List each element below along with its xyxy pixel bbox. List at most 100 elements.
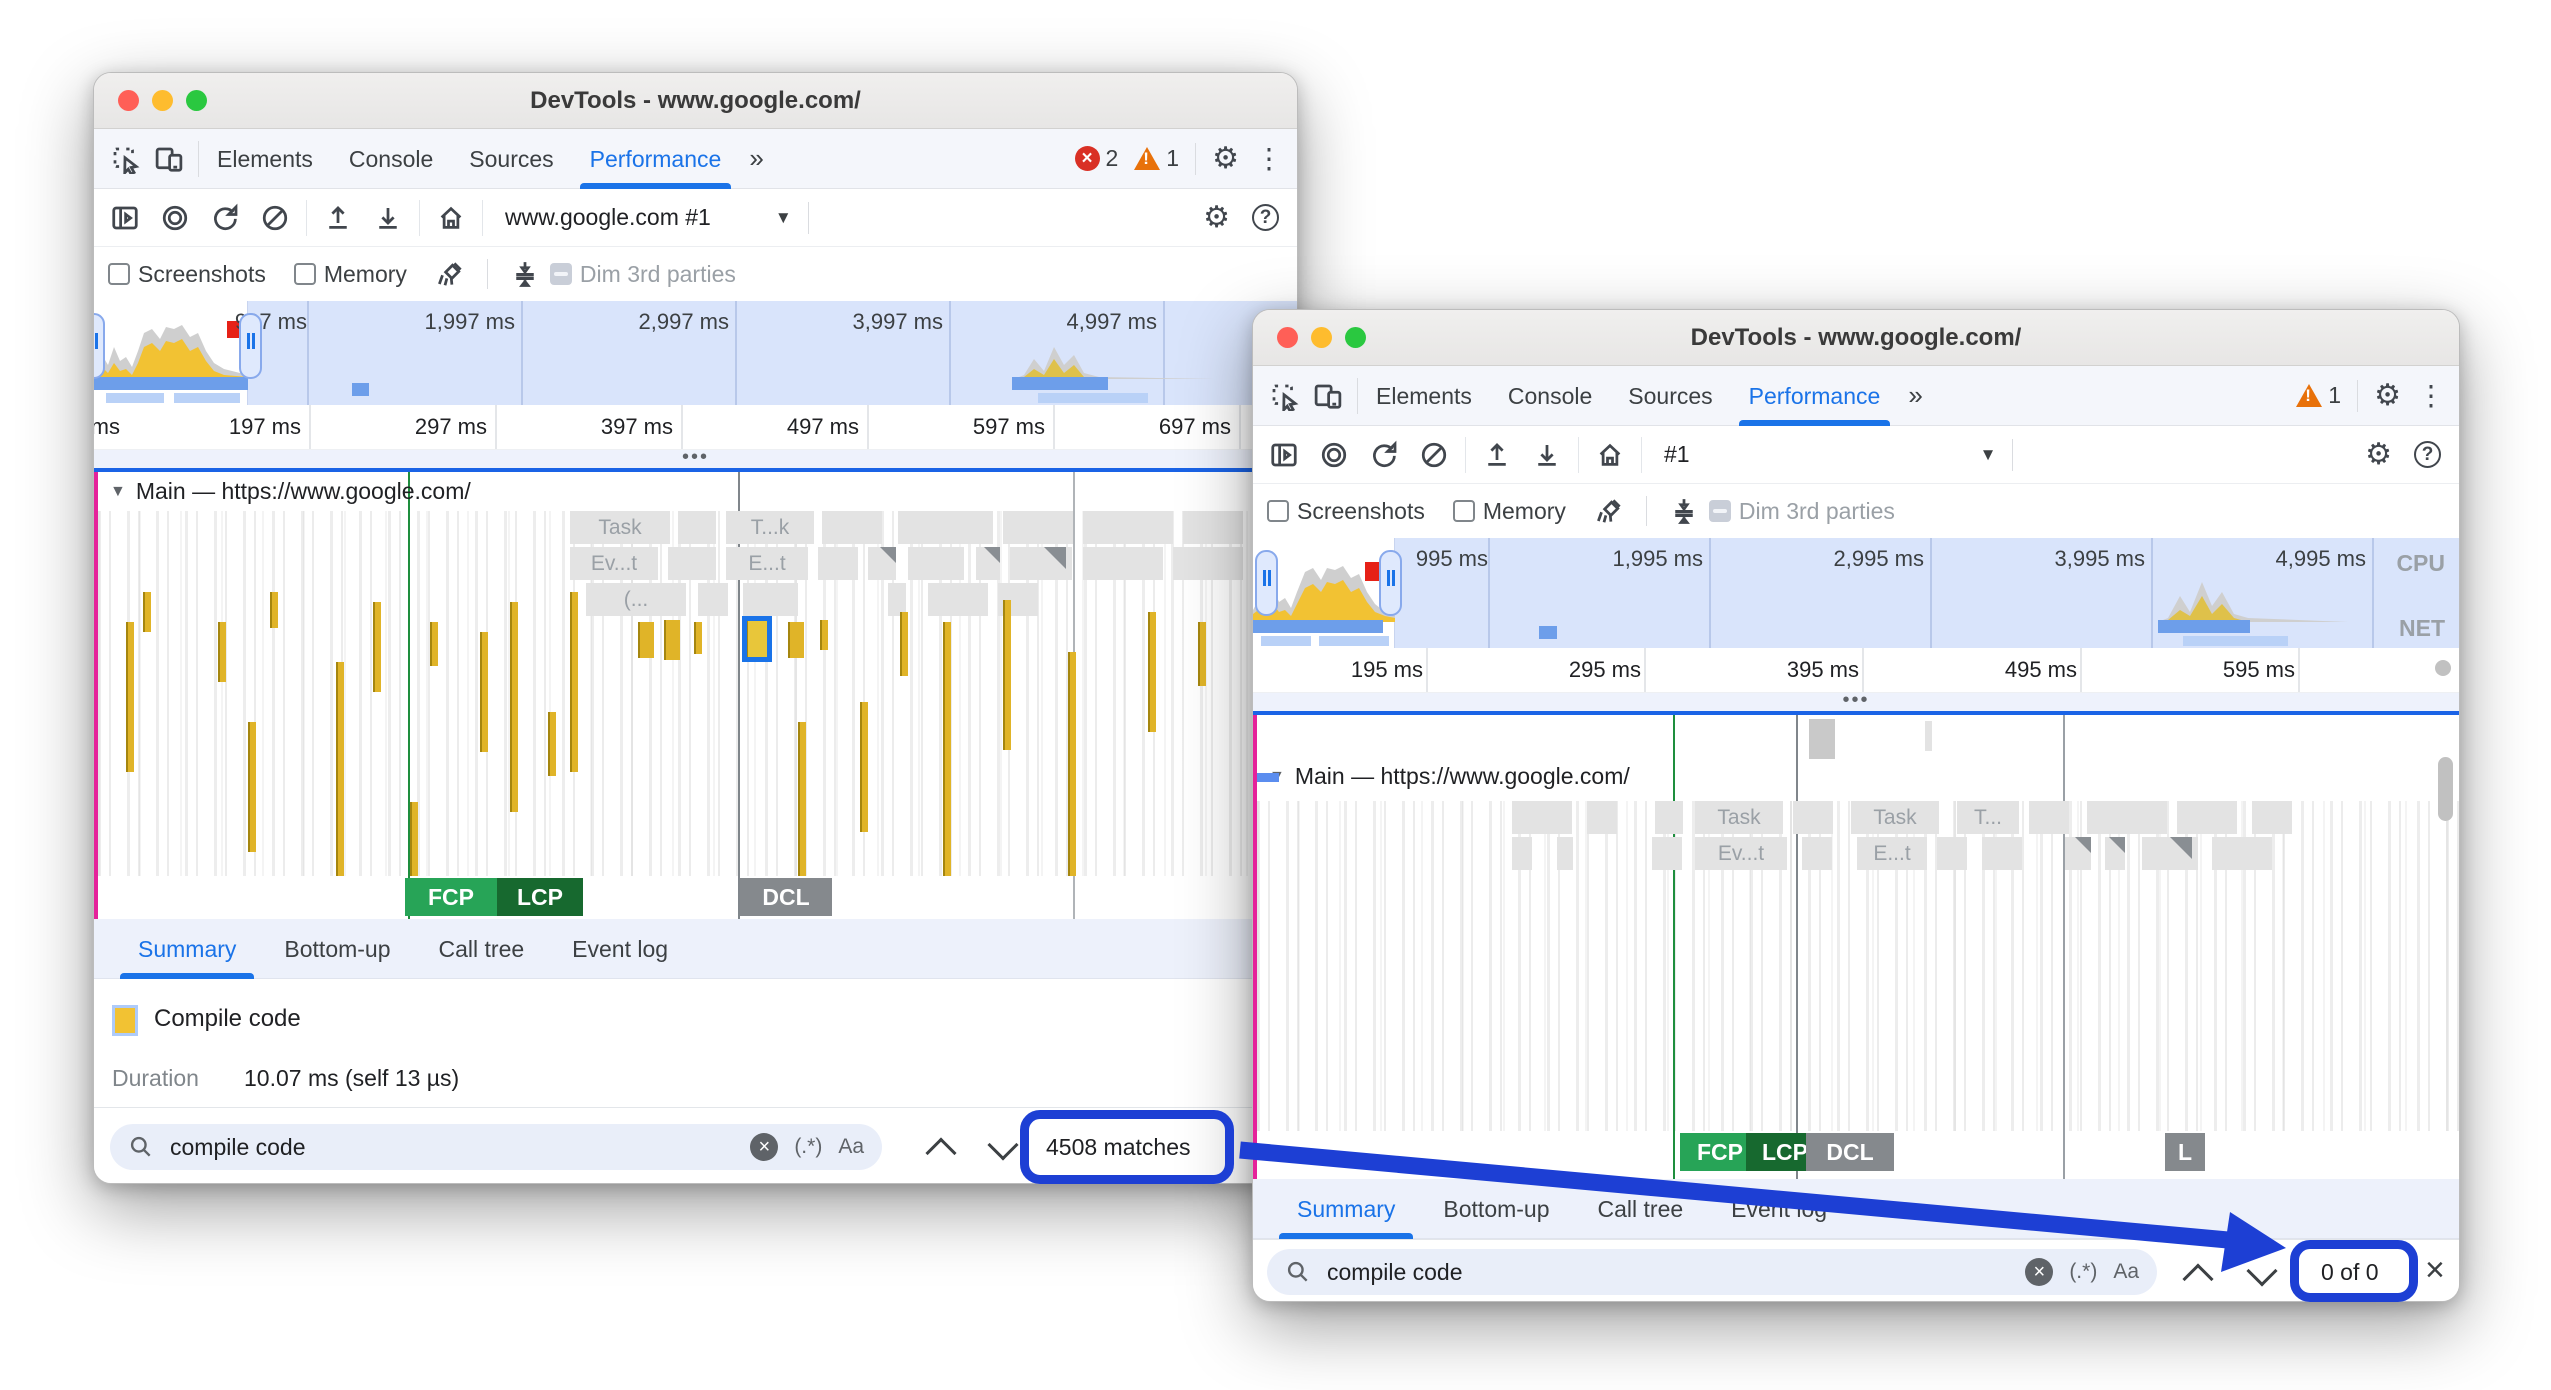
window-titlebar[interactable]: DevTools - www.google.com/ xyxy=(1253,310,2459,366)
garbage-collect-icon[interactable] xyxy=(1594,496,1624,526)
device-toolbar-icon[interactable] xyxy=(154,144,184,174)
timeline-overview[interactable]: 995 ms1,995 ms2,995 ms3,995 ms4,995 ms C… xyxy=(1253,538,2459,648)
ruler-tick: 297 ms xyxy=(387,414,487,440)
tab-event-log[interactable]: Event log xyxy=(1707,1179,1851,1239)
overview-tick: 1,995 ms xyxy=(1598,546,1703,572)
reload-and-record-icon[interactable] xyxy=(1369,440,1399,470)
flame-block xyxy=(818,547,858,580)
previous-match-button[interactable] xyxy=(925,1137,956,1168)
previous-match-button[interactable] xyxy=(2182,1263,2213,1294)
history-select[interactable]: www.google.com #1 ▼ xyxy=(483,200,808,236)
flame-chart[interactable]: ▼ Main — https://www.google.com/ TaskT..… xyxy=(94,472,1297,919)
reload-and-record-icon[interactable] xyxy=(210,203,240,233)
toggle-sidebar-icon[interactable] xyxy=(1269,440,1299,470)
memory-checkbox[interactable]: Memory xyxy=(1453,498,1566,525)
selection-handle-right[interactable] xyxy=(1379,550,1402,616)
match-case-toggle[interactable]: Aa xyxy=(838,1135,864,1159)
window-titlebar[interactable]: DevTools - www.google.com/ xyxy=(94,73,1297,129)
download-profile-icon[interactable] xyxy=(373,203,403,233)
inspect-element-icon[interactable] xyxy=(110,144,140,174)
selection-handle-left[interactable] xyxy=(1255,550,1278,616)
tab-performance[interactable]: Performance xyxy=(572,129,740,189)
tab-summary[interactable]: Summary xyxy=(114,919,260,979)
kebab-menu-icon[interactable]: ⋮ xyxy=(1255,142,1283,175)
desktop: DevTools - www.google.com/ Elements Cons… xyxy=(0,0,2551,1390)
tab-event-log[interactable]: Event log xyxy=(548,919,692,979)
home-icon[interactable] xyxy=(1595,440,1625,470)
tab-sources[interactable]: Sources xyxy=(1610,366,1730,426)
dim-third-parties-checkbox[interactable]: Dim 3rd parties xyxy=(1709,498,1895,525)
selection-handle-right[interactable] xyxy=(239,313,262,379)
history-select[interactable]: #1 ▼ xyxy=(1642,437,2012,473)
collapse-caret-icon[interactable]: ▼ xyxy=(110,483,126,501)
help-icon[interactable]: ? xyxy=(1252,204,1279,231)
home-icon[interactable] xyxy=(436,203,466,233)
dim-third-parties-checkbox[interactable]: Dim 3rd parties xyxy=(550,261,736,288)
flame-block xyxy=(976,547,1000,580)
capture-settings-gear-icon[interactable]: ⚙ xyxy=(2365,437,2392,472)
tab-console[interactable]: Console xyxy=(1490,366,1610,426)
collapse-sanitize-icon[interactable] xyxy=(510,259,540,289)
clear-search-button[interactable]: × xyxy=(2025,1258,2053,1286)
garbage-collect-icon[interactable] xyxy=(435,259,465,289)
record-icon[interactable] xyxy=(1319,440,1349,470)
network-track-grip[interactable]: ••• xyxy=(1253,693,2459,711)
clear-recording-icon[interactable] xyxy=(260,203,290,233)
detail-time-ruler[interactable]: ms197 ms297 ms397 ms497 ms597 ms697 ms xyxy=(94,405,1297,450)
scroll-dot[interactable] xyxy=(2435,660,2451,676)
device-toolbar-icon[interactable] xyxy=(1313,381,1343,411)
match-case-toggle[interactable]: Aa xyxy=(2113,1260,2139,1284)
main-track-header[interactable]: ▼ Main — https://www.google.com/ xyxy=(110,478,471,505)
tab-elements[interactable]: Elements xyxy=(199,129,331,189)
tab-bottom-up[interactable]: Bottom-up xyxy=(260,919,414,979)
next-match-button[interactable] xyxy=(2246,1255,2277,1286)
warning-badge[interactable]: 1 xyxy=(1134,145,1179,172)
screenshots-checkbox[interactable]: Screenshots xyxy=(108,261,266,288)
clear-recording-icon[interactable] xyxy=(1419,440,1449,470)
tab-console[interactable]: Console xyxy=(331,129,451,189)
settings-gear-icon[interactable]: ⚙ xyxy=(1212,141,1239,176)
main-track-header[interactable]: ▼ Main — https://www.google.com/ xyxy=(1269,763,1630,790)
flame-block xyxy=(1173,547,1243,580)
upload-profile-icon[interactable] xyxy=(1482,440,1512,470)
tab-performance[interactable]: Performance xyxy=(1731,366,1899,426)
tab-bottom-up[interactable]: Bottom-up xyxy=(1419,1179,1573,1239)
tab-sources[interactable]: Sources xyxy=(451,129,571,189)
search-query[interactable]: compile code xyxy=(1327,1259,2009,1286)
download-profile-icon[interactable] xyxy=(1532,440,1562,470)
more-tabs-chevron[interactable]: » xyxy=(739,143,773,174)
regex-toggle[interactable]: (.*) xyxy=(2069,1260,2097,1284)
tab-call-tree[interactable]: Call tree xyxy=(1574,1179,1708,1239)
next-match-button[interactable] xyxy=(987,1129,1018,1160)
memory-checkbox[interactable]: Memory xyxy=(294,261,407,288)
flame-bar xyxy=(248,722,256,852)
upload-profile-icon[interactable] xyxy=(323,203,353,233)
tab-elements[interactable]: Elements xyxy=(1358,366,1490,426)
search-input[interactable]: compile code × (.*) Aa xyxy=(1267,1249,2157,1295)
tab-summary[interactable]: Summary xyxy=(1273,1179,1419,1239)
toggle-sidebar-icon[interactable] xyxy=(110,203,140,233)
search-input[interactable]: compile code × (.*) Aa xyxy=(110,1124,882,1170)
flame-chart[interactable]: ▼ Main — https://www.google.com/ TaskTas… xyxy=(1253,715,2459,1179)
detail-time-ruler[interactable]: 195 ms295 ms395 ms495 ms595 ms xyxy=(1253,648,2459,693)
kebab-menu-icon[interactable]: ⋮ xyxy=(2417,379,2445,412)
help-icon[interactable]: ? xyxy=(2414,441,2441,468)
tab-call-tree[interactable]: Call tree xyxy=(415,919,549,979)
error-badge[interactable]: × 2 xyxy=(1075,145,1119,172)
vertical-scrollbar[interactable] xyxy=(2438,757,2453,821)
search-query[interactable]: compile code xyxy=(170,1134,734,1161)
network-track-grip[interactable]: ••• xyxy=(94,450,1297,468)
screenshots-checkbox[interactable]: Screenshots xyxy=(1267,498,1425,525)
collapse-sanitize-icon[interactable] xyxy=(1669,496,1699,526)
more-tabs-chevron[interactable]: » xyxy=(1898,380,1932,411)
warning-badge[interactable]: 1 xyxy=(2296,382,2341,409)
inspect-element-icon[interactable] xyxy=(1269,381,1299,411)
record-icon[interactable] xyxy=(160,203,190,233)
timeline-overview[interactable]: 997 ms1,997 ms2,997 ms3,997 ms4,997 ms xyxy=(94,301,1297,405)
close-search-button[interactable]: × xyxy=(2425,1251,2445,1290)
selection-handle-left[interactable] xyxy=(94,313,105,379)
settings-gear-icon[interactable]: ⚙ xyxy=(2374,378,2401,413)
capture-settings-gear-icon[interactable]: ⚙ xyxy=(1203,200,1230,235)
regex-toggle[interactable]: (.*) xyxy=(794,1135,822,1159)
clear-search-button[interactable]: × xyxy=(750,1133,778,1161)
